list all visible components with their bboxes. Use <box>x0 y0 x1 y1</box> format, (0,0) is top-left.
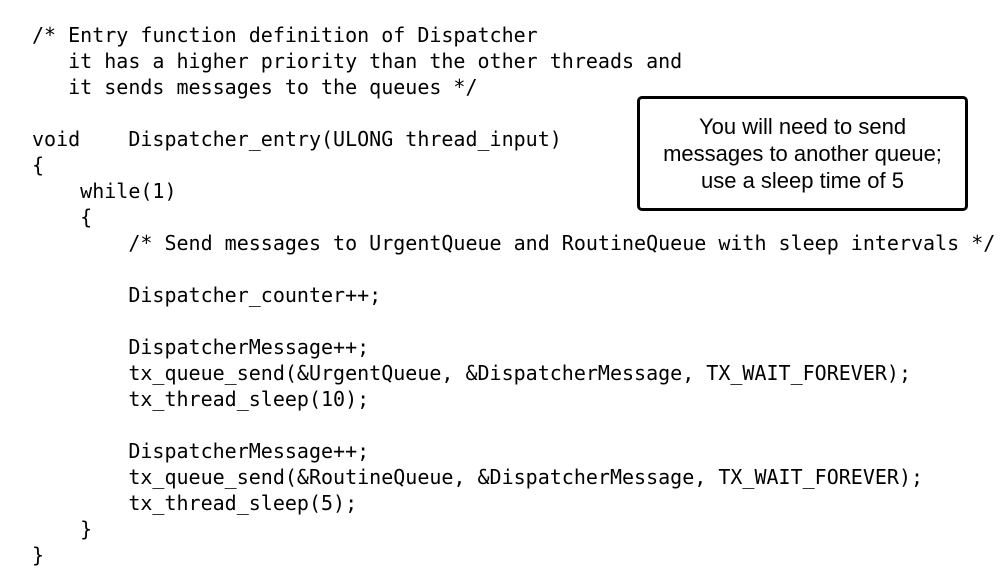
code-line: tx_thread_sleep(5); <box>32 491 358 515</box>
code-line: tx_thread_sleep(10); <box>32 387 370 411</box>
callout-line: use a sleep time of 5 <box>700 168 904 193</box>
code-line: } <box>32 517 93 541</box>
code-line: /* Send messages to UrgentQueue and Rout… <box>32 231 996 255</box>
callout-line: You will need to send <box>698 114 907 139</box>
code-line: /* Entry function definition of Dispatch… <box>32 23 538 47</box>
code-line: DispatcherMessage++; <box>32 335 370 359</box>
code-line: } <box>32 543 45 567</box>
instruction-callout: You will need to send messages to anothe… <box>637 96 968 211</box>
code-line: it has a higher priority than the other … <box>32 49 683 73</box>
callout-line: messages to another queue; <box>663 141 942 166</box>
code-line: DispatcherMessage++; <box>32 439 370 463</box>
code-line: tx_queue_send(&RoutineQueue, &Dispatcher… <box>32 465 924 489</box>
code-line: tx_queue_send(&UrgentQueue, &DispatcherM… <box>32 361 911 385</box>
code-line: Dispatcher_counter++; <box>32 283 382 307</box>
